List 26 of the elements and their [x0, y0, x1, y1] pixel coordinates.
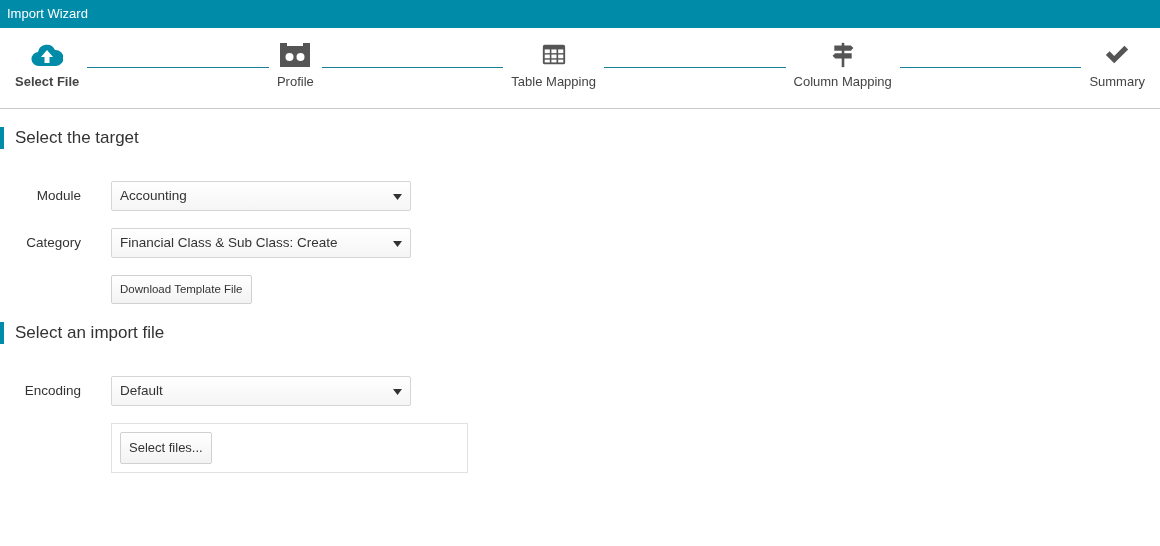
download-button[interactable]: Download Template File	[111, 275, 252, 305]
step-label: Profile	[276, 73, 314, 91]
step-label: Select File	[15, 73, 80, 91]
dropdown[interactable]: Accounting	[111, 181, 411, 211]
wizard-step[interactable]: Table Mapping	[511, 42, 596, 92]
caret-icon	[393, 240, 402, 247]
wizard-step[interactable]: Profile	[276, 42, 314, 92]
cassette-icon	[279, 42, 312, 68]
field-label: Encoding	[24, 383, 81, 399]
field-label: Module	[36, 187, 81, 203]
caret-icon	[393, 193, 402, 200]
section-heading: Select an import file	[0, 322, 1160, 345]
section-heading: Select the target	[0, 127, 1160, 149]
caret-icon	[393, 389, 402, 396]
dropdown[interactable]: Financial Class & Sub Class: Create	[111, 228, 411, 258]
step-label: Summary	[1089, 73, 1145, 91]
dropdown[interactable]: Default	[111, 376, 411, 407]
window-title: Import Wizard	[0, 0, 1160, 28]
wizard-step[interactable]: Column Mapping	[793, 42, 892, 92]
wizard-step[interactable]: Summary	[1089, 42, 1145, 92]
select-files-button[interactable]: Select files...	[120, 432, 212, 464]
field-label: Category	[26, 234, 81, 250]
wizard-step[interactable]: Select File	[15, 42, 80, 92]
cloud-upload-icon	[31, 42, 64, 68]
step-label: Column Mapping	[793, 73, 892, 91]
step-label: Table Mapping	[511, 73, 596, 91]
